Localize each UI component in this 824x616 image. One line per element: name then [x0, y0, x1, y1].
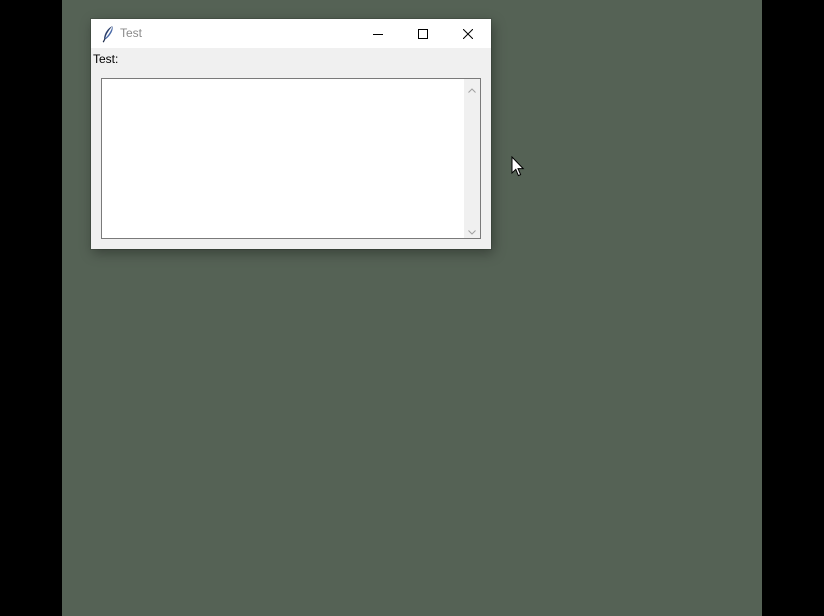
minimize-button[interactable]: [355, 19, 400, 48]
mouse-pointer-icon: [511, 155, 525, 178]
screen: Test Test:: [0, 0, 824, 616]
feather-icon: [101, 25, 115, 43]
title-bar[interactable]: Test: [91, 19, 491, 48]
chevron-down-icon: [468, 220, 476, 239]
vertical-scrollbar[interactable]: [464, 79, 480, 238]
maximize-icon: [417, 28, 428, 39]
close-button[interactable]: [445, 19, 490, 48]
text-area[interactable]: [101, 78, 481, 239]
text-area-content[interactable]: [102, 79, 464, 238]
minimize-icon: [372, 29, 383, 39]
scroll-up-button[interactable]: [464, 79, 480, 96]
test-window[interactable]: Test Test:: [91, 19, 491, 249]
scroll-down-button[interactable]: [464, 221, 480, 238]
chevron-up-icon: [468, 78, 476, 97]
window-title: Test: [120, 26, 143, 40]
test-label: Test:: [93, 52, 119, 66]
maximize-button[interactable]: [400, 19, 445, 48]
close-icon: [462, 28, 473, 39]
